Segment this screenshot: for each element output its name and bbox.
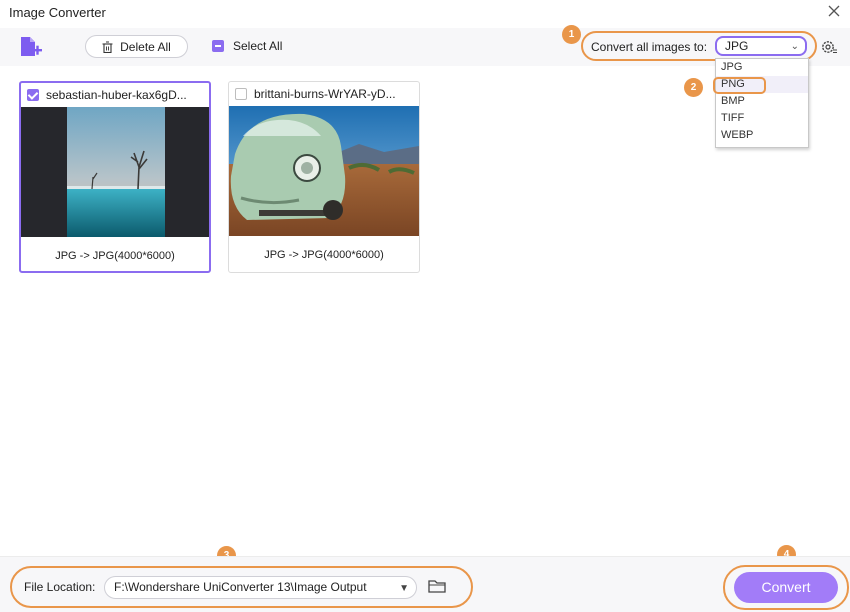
delete-all-button[interactable]: Delete All [85,35,188,58]
chevron-down-icon: ⌄ [790,41,799,52]
vintage-car-photo [229,106,419,236]
card-checkbox[interactable] [235,88,247,100]
image-thumbnail [21,107,209,237]
output-path-select[interactable]: F:\Wondershare UniConverter 13\Image Out… [104,576,417,599]
close-icon[interactable] [826,3,842,19]
lake-tree-photo [67,107,165,237]
card-conversion-text: JPG -> JPG(4000*6000) [55,250,175,262]
trash-icon [102,40,113,53]
png-highlight [713,77,766,94]
add-file-icon[interactable] [18,35,44,59]
delete-all-label: Delete All [120,39,171,54]
title-bar: Image Converter [0,0,850,28]
card-conversion-text: JPG -> JPG(4000*6000) [264,249,384,261]
chevron-down-icon: ▼ [399,583,409,594]
card-header: brittani-burns-WrYAR-yD... [229,82,419,106]
dropdown-option-bmp[interactable]: BMP [716,93,808,110]
convert-button[interactable]: Convert [734,572,838,603]
image-thumbnail [229,106,419,236]
dropdown-option-jpg[interactable]: JPG [716,59,808,76]
file-location-label: File Location: [24,580,96,594]
select-all-label: Select All [233,39,283,53]
format-select-value: JPG [725,39,749,53]
card-header: sebastian-huber-kax6gD... [21,83,209,107]
dropdown-option-tiff[interactable]: TIFF [716,110,808,127]
convert-all-label: Convert all images to: [591,40,708,54]
dropdown-option-webp[interactable]: WEBP [716,127,808,144]
select-all-check-icon [212,40,224,52]
step-badge-2: 2 [684,78,703,97]
gear-icon[interactable] [820,38,838,56]
image-card-2[interactable]: brittani-burns-WrYAR-yD... JPG -> JPG(40… [228,81,420,273]
format-select[interactable]: JPG ⌄ [715,36,807,56]
step-badge-1: 1 [562,25,581,44]
window-title: Image Converter [9,5,106,20]
card-filename: sebastian-huber-kax6gD... [46,88,187,102]
folder-icon[interactable] [428,578,446,594]
card-filename: brittani-burns-WrYAR-yD... [254,87,396,101]
card-checkbox[interactable] [27,89,39,101]
image-card-1[interactable]: sebastian-huber-kax6gD... JPG -> JPG(400… [19,81,211,273]
select-all-checkbox[interactable]: Select All [212,39,282,53]
output-path-value: F:\Wondershare UniConverter 13\Image Out… [114,580,367,594]
format-dropdown: JPG PNG BMP TIFF WEBP [715,58,809,148]
